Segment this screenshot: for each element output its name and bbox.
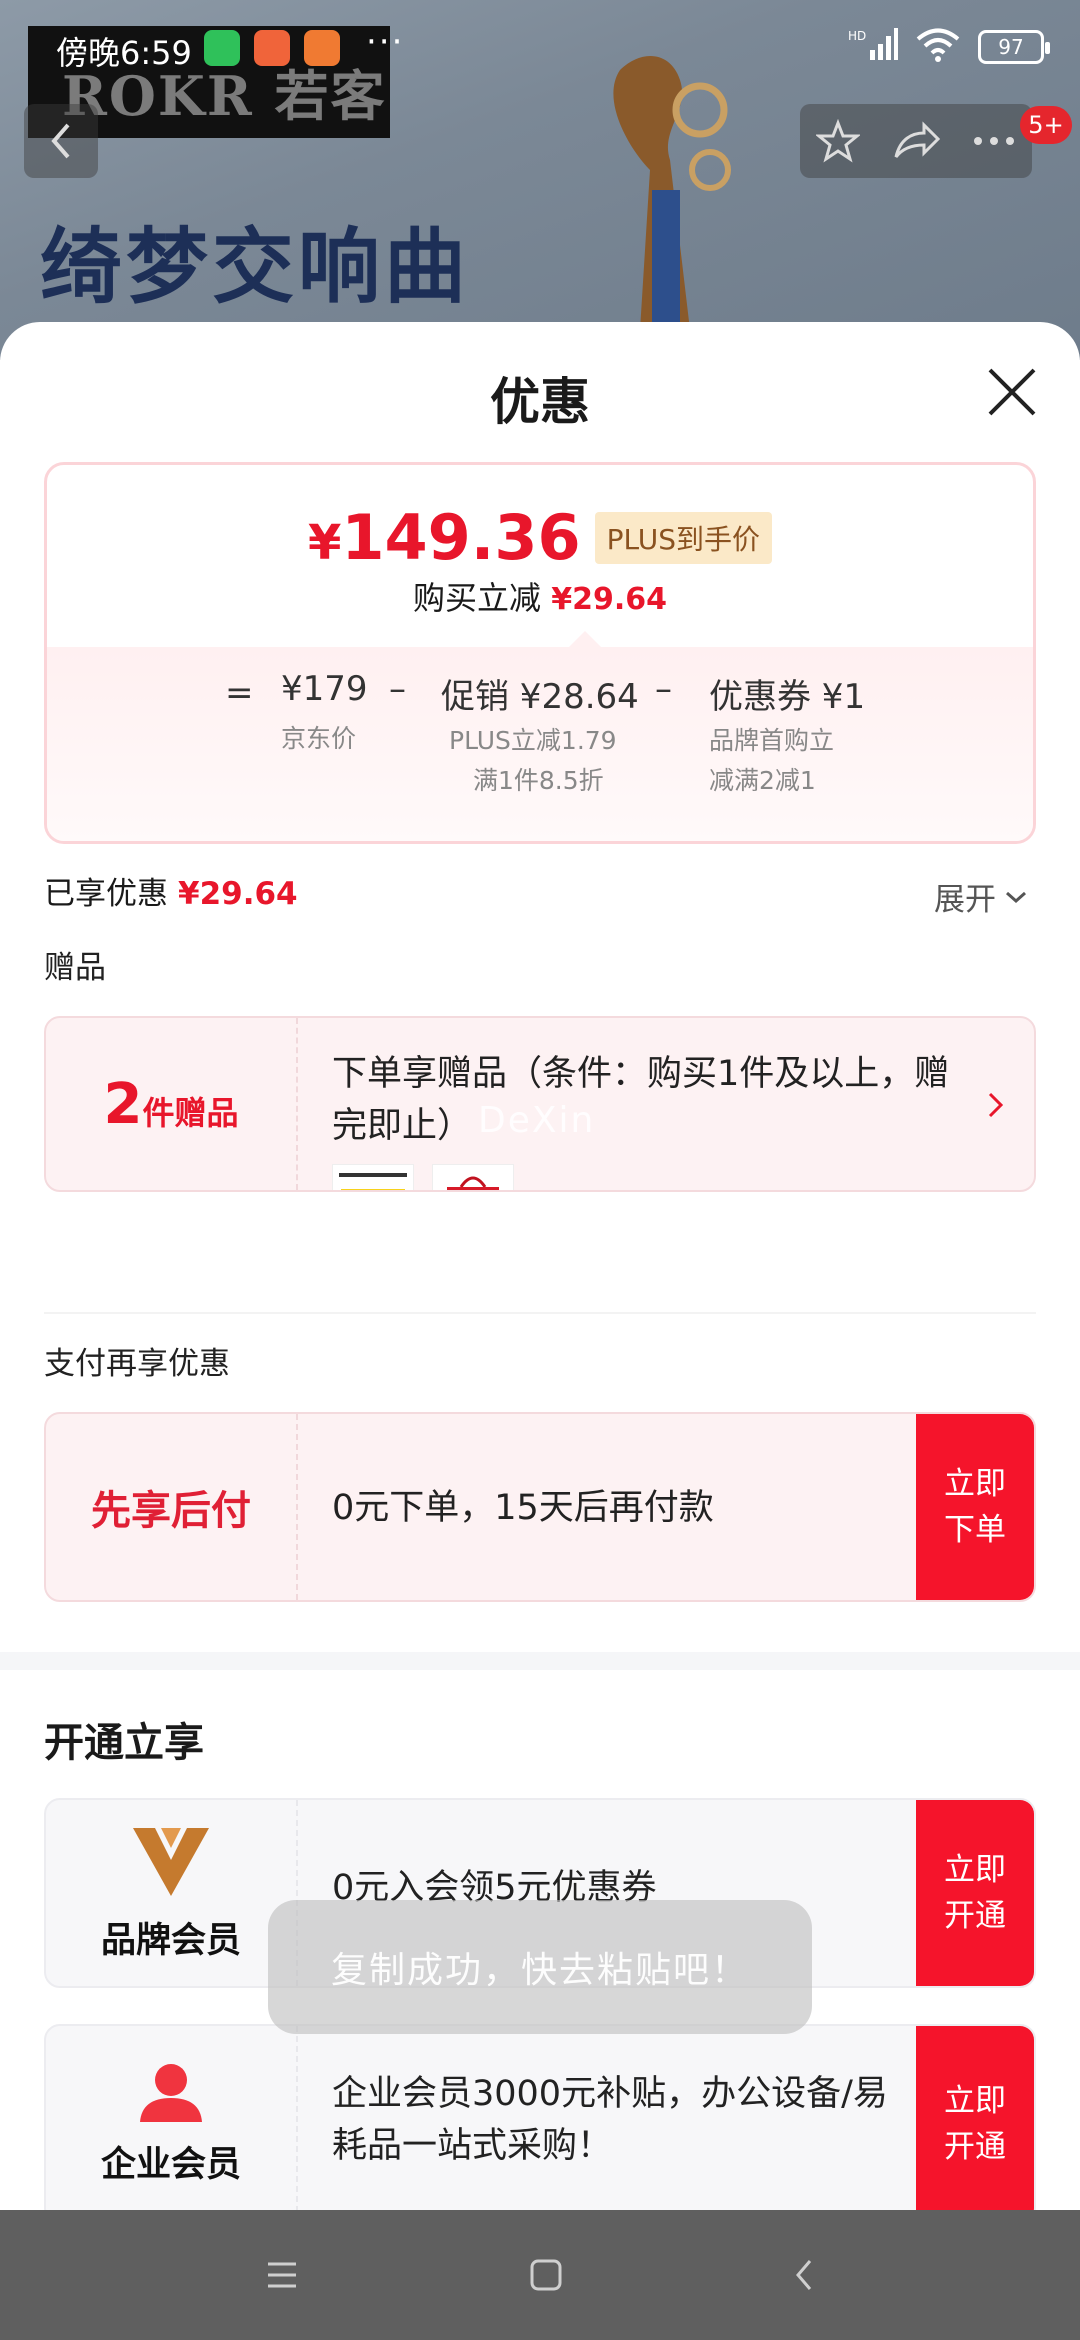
copy-success-toast: 复制成功，快去粘贴吧！ [268, 1900, 812, 2034]
final-price: ¥149.36 [307, 501, 581, 574]
reduction-amount: ¥29.64 [551, 582, 667, 617]
jd-price: ¥179 [281, 669, 368, 709]
bnpl-card[interactable]: 先享后付 0元下单，15天后再付款 立即下单 [44, 1412, 1036, 1602]
header-actions [800, 104, 1032, 178]
coupon-detail-1: 品牌首购立 [709, 726, 835, 755]
more-icon[interactable] [972, 135, 1016, 147]
gifts-card[interactable]: 2 件赠品 下单享赠品（条件：购买1件及以上，赠完即止） DeXin [44, 1016, 1036, 1192]
order-now-button[interactable]: 立即下单 [916, 1414, 1034, 1600]
gifts-section-label: 赠品 [44, 950, 106, 986]
watermark-text: DeXin [478, 1100, 596, 1141]
final-price-line: ¥149.36 PLUS到手价 [47, 501, 1033, 574]
battery-level: 97 [998, 35, 1024, 59]
store-app-icon [254, 30, 290, 66]
promo-discount: 促销 ¥28.64 [441, 677, 639, 717]
status-more-dots: ··· [366, 22, 405, 62]
share-icon[interactable] [892, 119, 940, 163]
back-button[interactable] [24, 104, 98, 178]
price-breakdown-card: ¥149.36 PLUS到手价 购买立减 ¥29.64 = ¥179 京东价 –… [44, 462, 1036, 844]
instant-reduction: 购买立减 ¥29.64 [47, 573, 1033, 619]
brand-logo-icon [133, 1827, 209, 1896]
formula-equals: = [225, 673, 254, 713]
promo-detail-2: 满1件8.5折 [473, 766, 604, 795]
system-nav-bar [0, 2210, 1080, 2340]
battery-indicator: 97 [978, 30, 1050, 64]
bnpl-title-cell: 先享后付 [46, 1414, 298, 1600]
formula-minus-1: – [389, 669, 406, 709]
formula-minus-2: – [655, 669, 672, 709]
coupon-detail-2: 减满2减1 [709, 766, 816, 795]
chevron-down-icon [1006, 891, 1026, 903]
bnpl-text: 0元下单，15天后再付款 [332, 1488, 714, 1528]
enjoyed-label: 已享优惠 [44, 876, 168, 912]
section-band [0, 1652, 1080, 1670]
reduction-label: 购买立减 [413, 579, 542, 617]
message-count-badge: 5+ [1020, 106, 1072, 144]
status-right-cluster: HD 97 [848, 28, 1050, 66]
gift-count-suffix: 件赠品 [142, 1094, 239, 1132]
sheet-title: 优惠 [490, 373, 590, 431]
price-notch [569, 631, 601, 647]
status-time: 傍晚6:59 [56, 34, 192, 72]
mall-app-icon [304, 30, 340, 66]
gift-thumbnail-yellow [332, 1164, 414, 1190]
chevron-left-icon [51, 123, 70, 159]
expand-label: 展开 [934, 882, 996, 918]
product-header-background: ROKR 若客 绮梦交响曲 傍晚6:59 ··· HD 97 5+ [0, 0, 1080, 360]
brand-member-join-button[interactable]: 立即开通 [916, 1800, 1034, 1986]
price-summary: ¥149.36 PLUS到手价 购买立减 ¥29.64 [47, 465, 1033, 647]
enterprise-member-card[interactable]: 企业会员 企业会员3000元补贴，办公设备/易耗品一站式采购！ 立即开通 [44, 2024, 1036, 2210]
enterprise-member-join-button[interactable]: 立即开通 [916, 2026, 1034, 2210]
phone-app-icon [204, 30, 240, 66]
promo-title: 绮梦交响曲 [40, 219, 471, 315]
home-icon[interactable] [528, 2257, 564, 2293]
close-icon[interactable] [984, 364, 1040, 420]
person-icon [140, 2063, 202, 2122]
enterprise-member-name: 企业会员 [100, 2144, 241, 2185]
gift-count: 2 [103, 1071, 143, 1137]
enterprise-member-cell: 企业会员 [46, 2026, 298, 2210]
enjoyed-amount: ¥29.64 [178, 876, 298, 912]
violin-image [613, 56, 731, 330]
bnpl-title: 先享后付 [91, 1488, 251, 1534]
gift-count-cell: 2 件赠品 [46, 1018, 298, 1190]
wifi-icon [916, 28, 960, 66]
brand-member-name: 品牌会员 [100, 1920, 241, 1961]
membership-heading: 开通立享 [44, 1720, 204, 1766]
gift-description: 下单享赠品（条件：购买1件及以上，赠完即止） [332, 1054, 950, 1146]
expand-button[interactable]: 展开 [934, 874, 1028, 919]
coupon-discount: 优惠券 ¥1 [709, 677, 866, 717]
jd-price-label: 京东价 [281, 724, 357, 753]
back-nav-icon[interactable] [792, 2257, 816, 2293]
promo-detail-1: PLUS立减1.79 [449, 726, 617, 755]
gift-thumbnail-bag [432, 1164, 514, 1190]
section-divider [44, 1312, 1036, 1314]
status-app-icons [204, 30, 340, 66]
enterprise-member-text: 企业会员3000元补贴，办公设备/易耗品一站式采购！ [332, 2074, 888, 2166]
enjoyed-discount: 已享优惠 ¥29.64 [44, 868, 298, 913]
favorite-star-icon[interactable] [816, 119, 860, 163]
payment-section-label: 支付再享优惠 [44, 1346, 230, 1382]
signal-icon: HD [848, 28, 898, 66]
network-label: HD [848, 29, 866, 43]
plus-price-tag: PLUS到手价 [594, 512, 773, 564]
price-formula: = ¥179 京东价 – 促销 ¥28.64 PLUS立减1.79 满1件8.5… [47, 647, 1033, 841]
chevron-right-icon [988, 1092, 1004, 1118]
brand-member-cell: 品牌会员 [46, 1800, 298, 1986]
menu-icon[interactable] [264, 2260, 300, 2290]
